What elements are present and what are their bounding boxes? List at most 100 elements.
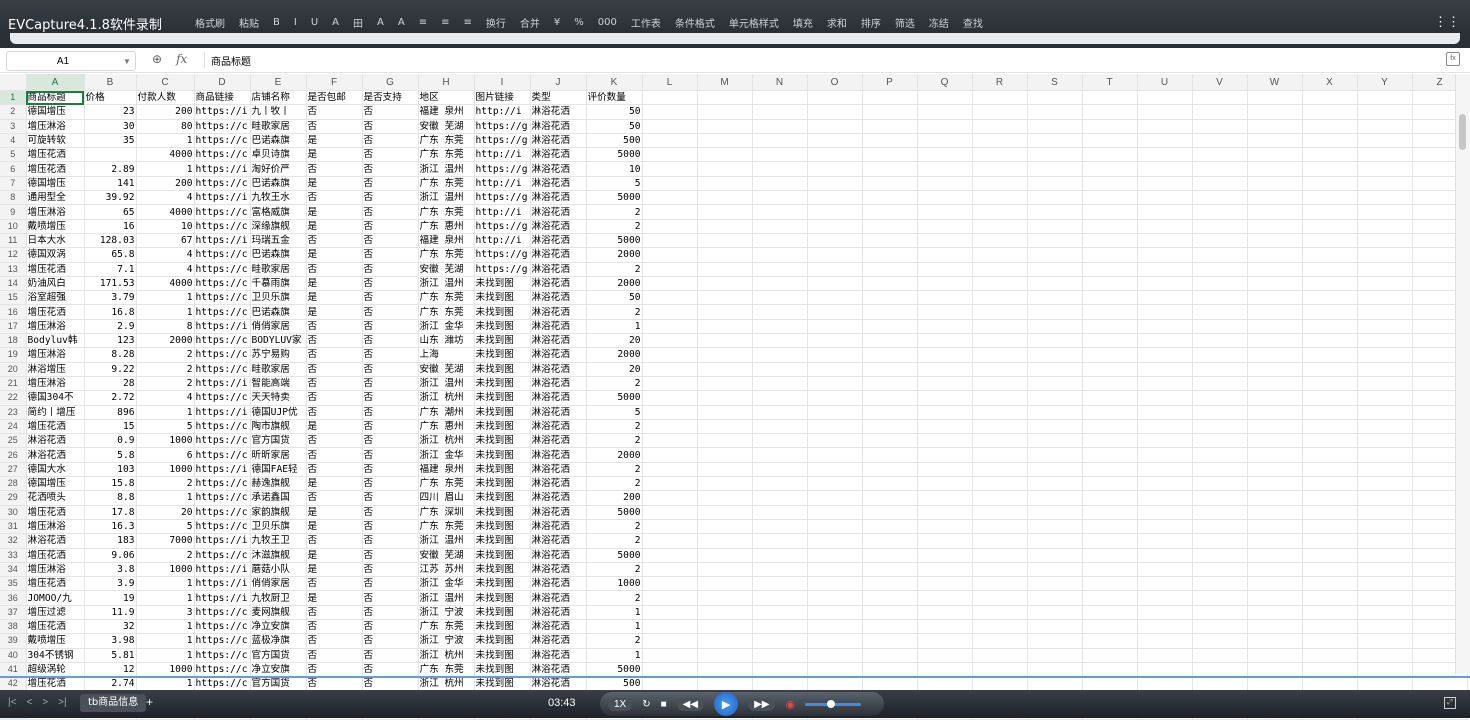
cell[interactable] bbox=[1137, 433, 1193, 449]
cell[interactable]: 广东 东莞 bbox=[418, 304, 475, 320]
cell[interactable] bbox=[917, 633, 973, 649]
cell[interactable] bbox=[807, 505, 863, 520]
cell[interactable]: 2 bbox=[586, 590, 643, 606]
cell[interactable] bbox=[1192, 462, 1248, 478]
cell[interactable] bbox=[1137, 233, 1193, 249]
formula-value[interactable]: 商品标题 bbox=[211, 53, 251, 68]
cell[interactable] bbox=[917, 219, 973, 234]
cell[interactable]: 否 bbox=[362, 190, 419, 206]
chevron-down-icon[interactable]: ▼ bbox=[119, 57, 135, 66]
cell[interactable] bbox=[1357, 219, 1413, 234]
cell[interactable] bbox=[1137, 419, 1193, 435]
cell[interactable] bbox=[1192, 247, 1248, 263]
cell[interactable] bbox=[1357, 304, 1413, 320]
cell[interactable] bbox=[642, 419, 698, 435]
cell[interactable]: 20 bbox=[136, 505, 195, 520]
cell[interactable]: 蘑菇小队 bbox=[250, 562, 307, 578]
cell[interactable] bbox=[862, 419, 918, 435]
cell[interactable] bbox=[1027, 605, 1083, 620]
cell[interactable] bbox=[1192, 676, 1248, 692]
cell[interactable]: 戴喷增压 bbox=[26, 219, 85, 234]
cell[interactable]: 淋浴花洒 bbox=[530, 161, 587, 177]
cell[interactable] bbox=[1247, 519, 1303, 535]
cell[interactable]: 2 bbox=[136, 347, 195, 363]
cell[interactable]: 171.53 bbox=[84, 276, 137, 292]
cell[interactable] bbox=[697, 447, 753, 463]
column-header[interactable]: F bbox=[306, 74, 363, 91]
cell[interactable]: 淋浴花洒 bbox=[530, 548, 587, 563]
cell[interactable] bbox=[697, 319, 753, 335]
rewind-button[interactable]: ◀◀ bbox=[676, 697, 705, 711]
cell[interactable]: 九丨牧丨 bbox=[250, 104, 307, 120]
cell[interactable]: 价格 bbox=[84, 90, 137, 106]
cell[interactable]: 是 bbox=[306, 290, 363, 306]
cell[interactable] bbox=[697, 433, 753, 449]
cell[interactable] bbox=[1302, 304, 1358, 320]
cell[interactable]: 淋浴花洒 bbox=[530, 505, 587, 520]
cell[interactable] bbox=[1082, 233, 1138, 249]
cell[interactable]: 浙江 金华 bbox=[418, 576, 475, 592]
sheet-tab[interactable]: tb商品信息 bbox=[80, 694, 147, 712]
cell[interactable] bbox=[917, 433, 973, 449]
cell[interactable] bbox=[1082, 319, 1138, 335]
cell[interactable] bbox=[807, 133, 863, 149]
cell[interactable] bbox=[862, 190, 918, 206]
cell[interactable] bbox=[862, 505, 918, 520]
cell[interactable] bbox=[1357, 619, 1413, 635]
cell[interactable]: 未找到图 bbox=[474, 619, 531, 635]
cell[interactable]: https://i bbox=[194, 533, 251, 549]
cell[interactable] bbox=[642, 405, 698, 420]
cell[interactable]: 是 bbox=[306, 505, 363, 520]
name-box[interactable]: A1 ▼ bbox=[6, 51, 136, 71]
cell[interactable] bbox=[1082, 290, 1138, 306]
cell[interactable] bbox=[972, 333, 1028, 349]
cell[interactable]: 淋浴增压 bbox=[26, 362, 85, 377]
cell[interactable] bbox=[642, 376, 698, 392]
cell[interactable] bbox=[697, 576, 753, 592]
cell[interactable]: 2 bbox=[586, 462, 643, 478]
cell[interactable] bbox=[642, 333, 698, 349]
cell[interactable]: 20 bbox=[586, 362, 643, 377]
cell[interactable] bbox=[862, 133, 918, 149]
cell[interactable] bbox=[1247, 419, 1303, 435]
cell[interactable] bbox=[1082, 490, 1138, 506]
cell[interactable]: https://c bbox=[194, 490, 251, 506]
row-header[interactable]: 7 bbox=[0, 176, 27, 192]
cell[interactable] bbox=[862, 405, 918, 420]
loop-icon[interactable]: ↻ bbox=[642, 699, 650, 710]
cell[interactable] bbox=[1357, 519, 1413, 535]
row-header[interactable]: 24 bbox=[0, 419, 27, 435]
cell[interactable]: 否 bbox=[362, 276, 419, 292]
cell[interactable] bbox=[1247, 548, 1303, 563]
cell[interactable] bbox=[917, 147, 973, 163]
cell[interactable] bbox=[1357, 576, 1413, 592]
cell[interactable]: 浙江 杭州 bbox=[418, 676, 475, 692]
cell[interactable] bbox=[917, 390, 973, 406]
cell[interactable]: 淋浴花洒 bbox=[530, 390, 587, 406]
cell[interactable] bbox=[752, 405, 808, 420]
cell[interactable]: 3 bbox=[136, 605, 195, 620]
cell[interactable]: 否 bbox=[362, 376, 419, 392]
cell[interactable] bbox=[1192, 562, 1248, 578]
row-header[interactable]: 28 bbox=[0, 476, 27, 492]
cell[interactable]: https://c bbox=[194, 605, 251, 620]
cell[interactable]: 淋浴花洒 bbox=[530, 633, 587, 649]
cell[interactable] bbox=[752, 376, 808, 392]
cell[interactable]: 未找到图 bbox=[474, 676, 531, 692]
cell[interactable]: 4 bbox=[136, 190, 195, 206]
cell[interactable] bbox=[752, 161, 808, 177]
cell[interactable] bbox=[807, 190, 863, 206]
cell[interactable] bbox=[697, 590, 753, 606]
cell[interactable] bbox=[1137, 276, 1193, 292]
cell[interactable]: 通用型全 bbox=[26, 190, 85, 206]
cell[interactable] bbox=[697, 233, 753, 249]
cell[interactable] bbox=[1192, 633, 1248, 649]
cell[interactable] bbox=[1192, 119, 1248, 134]
cell[interactable] bbox=[752, 648, 808, 663]
cell[interactable] bbox=[1357, 676, 1413, 692]
cell[interactable]: 九牧厨卫 bbox=[250, 590, 307, 606]
cell[interactable]: 淋浴花洒 bbox=[530, 419, 587, 435]
cell[interactable] bbox=[697, 176, 753, 192]
cell[interactable] bbox=[1302, 433, 1358, 449]
cell[interactable]: 否 bbox=[362, 233, 419, 249]
